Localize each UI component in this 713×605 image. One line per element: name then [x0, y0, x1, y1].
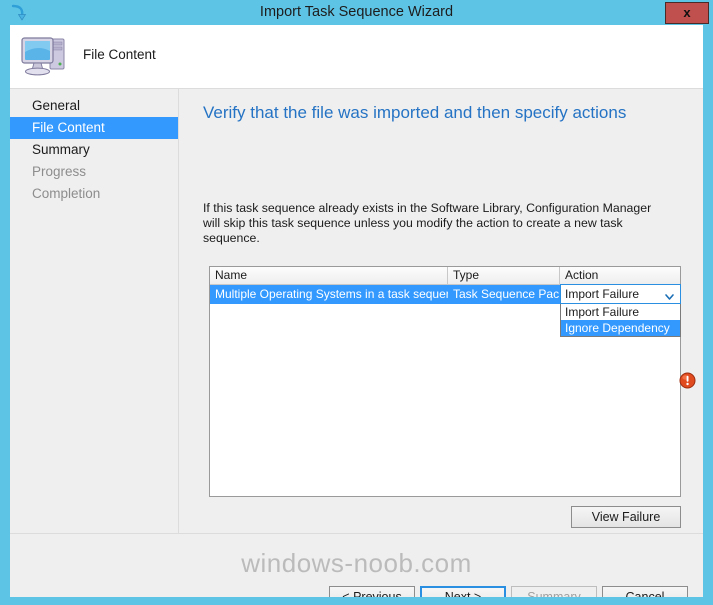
view-failure-button[interactable]: View Failure	[571, 506, 681, 528]
sidebar-item-general[interactable]: General	[10, 95, 178, 117]
task-sequence-list[interactable]: Name Type Action Multiple Operating Syst…	[209, 266, 681, 497]
cell-name: Multiple Operating Systems in a task seq…	[215, 287, 448, 301]
sidebar-item-label: Summary	[32, 142, 90, 157]
close-icon[interactable]: x	[665, 2, 709, 24]
column-header-type[interactable]: Type	[448, 267, 560, 284]
page-title: File Content	[83, 47, 156, 62]
window-title: Import Task Sequence Wizard	[259, 4, 454, 20]
action-dropdown-options[interactable]: Import Failure Ignore Dependency	[560, 304, 681, 337]
sidebar-item-label: File Content	[32, 120, 105, 135]
content-heading: Verify that the file was imported and th…	[203, 103, 627, 122]
sidebar-item-progress: Progress	[10, 161, 178, 183]
chevron-down-icon[interactable]	[664, 289, 675, 300]
action-dropdown[interactable]: Import Failure Import Failure Ignore Dep…	[560, 284, 681, 337]
window-bottom-border	[0, 597, 713, 605]
sidebar-item-label: Completion	[32, 186, 101, 201]
window-body: File Content General File Content Summar…	[10, 25, 703, 605]
sidebar-item-summary[interactable]: Summary	[10, 139, 178, 161]
content-description: If this task sequence already exists in …	[203, 201, 652, 245]
error-exclamation-icon	[679, 372, 696, 389]
dropdown-option-import-failure[interactable]: Import Failure	[561, 304, 680, 320]
action-dropdown-value: Import Failure	[565, 287, 640, 301]
sidebar-item-label: Progress	[32, 164, 87, 179]
column-header-action[interactable]: Action	[560, 267, 680, 284]
computer-icon	[19, 32, 69, 78]
wizard-header: File Content	[10, 25, 703, 89]
footer-bar: < Previous Next > Summary Cancel	[10, 534, 703, 605]
table-header-row: Name Type Action	[210, 267, 680, 285]
dropdown-option-ignore-dependency[interactable]: Ignore Dependency	[561, 320, 680, 336]
action-dropdown-button[interactable]: Import Failure	[560, 284, 681, 304]
sidebar-item-completion: Completion	[10, 183, 178, 205]
sidebar-item-file-content[interactable]: File Content	[10, 117, 178, 139]
import-task-sequence-wizard-window: Import Task Sequence Wizard x File Conte…	[0, 0, 713, 605]
content-pane: Verify that the file was imported and th…	[179, 89, 703, 533]
sidebar-item-label: General	[32, 98, 81, 113]
wizard-step-list: General File Content Summary Progress Co…	[10, 89, 178, 533]
title-bar: Import Task Sequence Wizard x	[0, 0, 713, 25]
column-header-name[interactable]: Name	[210, 267, 448, 284]
cell-type: Task Sequence Pac...	[453, 287, 560, 301]
